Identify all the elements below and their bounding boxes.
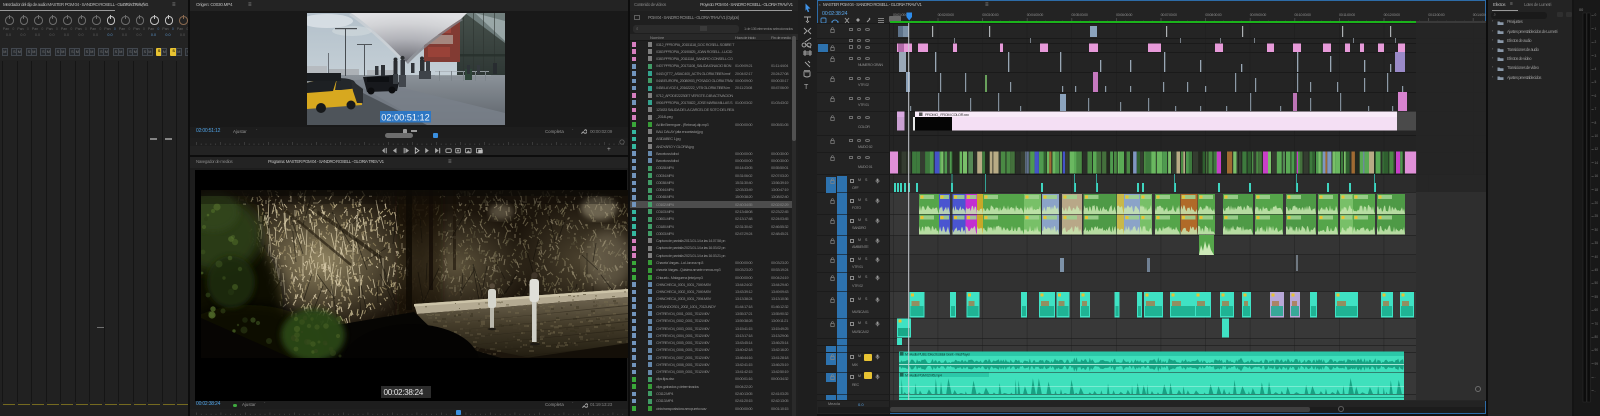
svg-text:4: 4 bbox=[1595, 67, 1597, 71]
svg-text:12: 12 bbox=[1595, 147, 1599, 151]
svg-text:99: 99 bbox=[1595, 362, 1599, 366]
svg-text:PROMO_ FROM COLOR.xxx: PROMO_ FROM COLOR.xxx bbox=[925, 113, 969, 117]
svg-text:00:12:00:00: 00:12:00:00 bbox=[1384, 13, 1400, 17]
svg-text:60: 60 bbox=[1595, 308, 1599, 312]
svg-text:00:08:00:00: 00:08:00:00 bbox=[1205, 13, 1221, 17]
svg-text:55: 55 bbox=[1595, 295, 1599, 299]
svg-text:7: 7 bbox=[1595, 107, 1597, 111]
svg-text:20: 20 bbox=[1595, 201, 1599, 205]
svg-text:6: 6 bbox=[1595, 94, 1597, 98]
svg-text:5: 5 bbox=[1595, 80, 1597, 84]
svg-text:00:02:00:00: 00:02:00:00 bbox=[938, 13, 954, 17]
svg-text:40: 40 bbox=[1595, 255, 1599, 259]
svg-text:M5 Audio PUBLI Direct Estatal: M5 Audio PUBLI Direct Estatal Grant - Me… bbox=[905, 352, 971, 356]
svg-text:18: 18 bbox=[1595, 188, 1599, 192]
svg-text:00:05:00:00: 00:05:00:00 bbox=[1071, 13, 1087, 17]
svg-text:-: - bbox=[1595, 375, 1596, 379]
svg-text:14: 14 bbox=[1595, 161, 1599, 165]
svg-text:00:09:00:00: 00:09:00:00 bbox=[1250, 13, 1266, 17]
svg-text:00:06:00:00: 00:06:00:00 bbox=[1116, 13, 1132, 17]
svg-text:25: 25 bbox=[1595, 214, 1599, 218]
svg-text:00:10:00:00: 00:10:00:00 bbox=[1294, 13, 1310, 17]
svg-text:00:13:00:00: 00:13:00:00 bbox=[1428, 13, 1444, 17]
svg-text:80: 80 bbox=[1595, 335, 1599, 339]
svg-text:30: 30 bbox=[1595, 228, 1599, 232]
svg-text:35: 35 bbox=[1595, 241, 1599, 245]
svg-text:1: 1 bbox=[1595, 27, 1597, 31]
svg-text:00:04:00:00: 00:04:00:00 bbox=[1027, 13, 1043, 17]
svg-text:2: 2 bbox=[1595, 40, 1597, 44]
svg-text:00:14:00:00: 00:14:00:00 bbox=[1473, 13, 1486, 17]
svg-text:00:03:00:00: 00:03:00:00 bbox=[982, 13, 998, 17]
svg-text:3: 3 bbox=[1595, 54, 1597, 58]
svg-text:70: 70 bbox=[1595, 322, 1599, 326]
svg-text:10: 10 bbox=[1595, 134, 1599, 138]
svg-text:16: 16 bbox=[1595, 174, 1599, 178]
svg-text:8: 8 bbox=[1595, 121, 1597, 125]
svg-text:00:11:00:00: 00:11:00:00 bbox=[1339, 13, 1355, 17]
svg-text:02:00:51:12: 02:00:51:12 bbox=[381, 112, 430, 122]
svg-text:T: T bbox=[804, 84, 809, 91]
svg-text:00:07:00:00: 00:07:00:00 bbox=[1161, 13, 1177, 17]
svg-text:-: - bbox=[1595, 389, 1596, 393]
svg-text:M5 Audio PGM 02 M5.mp4: M5 Audio PGM 02 M5.mp4 bbox=[905, 373, 942, 377]
svg-text:50: 50 bbox=[1595, 281, 1599, 285]
svg-text:0: 0 bbox=[1595, 13, 1597, 17]
svg-text:90: 90 bbox=[1595, 348, 1599, 352]
svg-text:45: 45 bbox=[1595, 268, 1599, 272]
